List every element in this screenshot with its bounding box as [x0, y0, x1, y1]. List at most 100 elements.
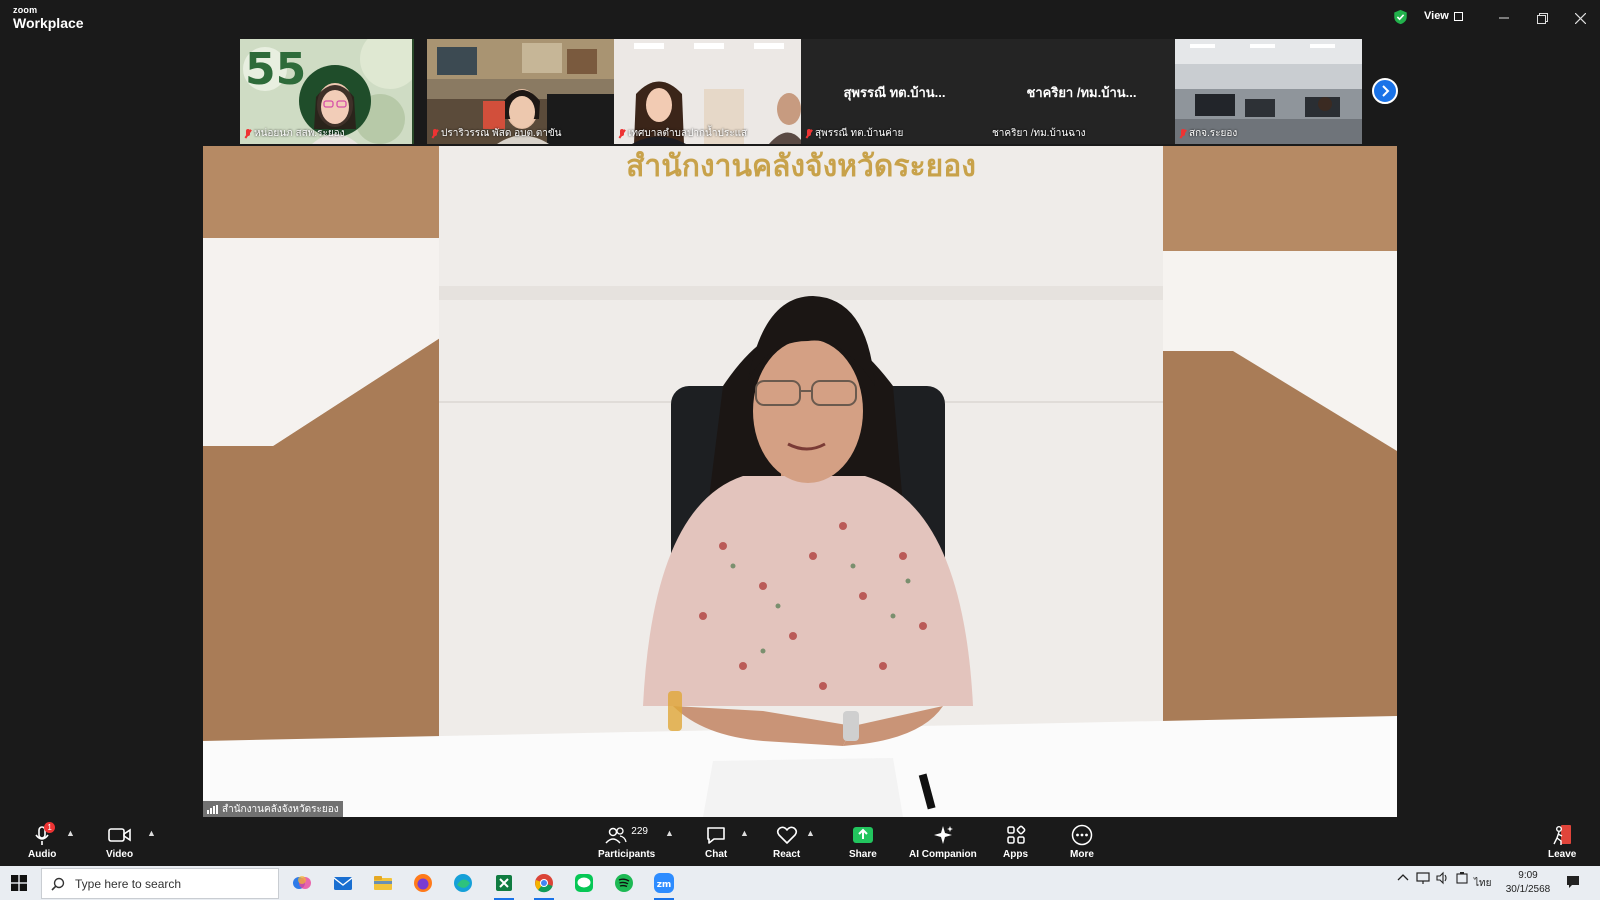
participant-thumbnail-strip: 55 หน่อยนภ สสพ.ระยอง ปราริวรรณ พัสด อบต.… [240, 39, 1362, 144]
speaker-video-frame: สำนักงานคลังจังหวัดระยอง [203, 146, 1397, 817]
clock-date: 30/1/2568 [1505, 884, 1551, 895]
participants-options-caret[interactable]: ▲ [665, 828, 674, 838]
chat-button[interactable]: Chat [705, 824, 727, 860]
participant-name-label: สกจ.ระยอง [1179, 126, 1237, 141]
ai-companion-button[interactable]: AI Companion [909, 824, 977, 860]
backdrop-sign-text: สำนักงานคลังจังหวัดระยอง [626, 149, 976, 184]
participant-tile[interactable]: สกจ.ระยอง [1175, 39, 1362, 144]
next-page-button[interactable] [1372, 78, 1398, 104]
signal-bars-icon [207, 804, 218, 814]
apps-grid-icon [1006, 824, 1026, 846]
react-label: React [773, 849, 801, 860]
video-options-caret[interactable]: ▲ [147, 828, 156, 838]
input-language-indicator[interactable]: ไทย [1474, 876, 1491, 891]
search-placeholder: Type here to search [75, 876, 182, 891]
ai-companion-label: AI Companion [909, 849, 977, 860]
participant-name-label: ชาคริยา /ทม.บ้านฉาง [992, 128, 1086, 139]
file-explorer-icon[interactable] [370, 871, 396, 895]
participant-tile[interactable]: เทศบาลตำบลปากน้ำประแส [614, 39, 801, 144]
taskbar-search-box[interactable]: Type here to search [41, 868, 279, 899]
participant-name-display: สุพรรณี ทต.บ้าน... [843, 85, 946, 100]
share-button[interactable]: Share [849, 824, 877, 860]
share-screen-icon [852, 824, 874, 846]
video-camera-icon [107, 824, 132, 846]
line-app-icon[interactable] [571, 871, 597, 895]
system-clock[interactable]: 9:09 30/1/2568 [1496, 869, 1560, 897]
muted-mic-icon [1179, 128, 1186, 139]
more-button[interactable]: More [1070, 824, 1094, 860]
participant-tile[interactable]: สุพรรณี ทต.บ้าน... สุพรรณี ทต.บ้านค่าย [801, 39, 988, 144]
video-button[interactable]: Video [106, 824, 133, 860]
muted-mic-icon [618, 128, 625, 139]
grid-icon [1453, 11, 1463, 21]
audio-options-caret[interactable]: ▲ [66, 828, 75, 838]
restore-icon [1536, 12, 1548, 24]
apps-label: Apps [1003, 849, 1028, 860]
audio-label: Audio [28, 849, 57, 860]
leave-label: Leave [1548, 849, 1577, 860]
active-speaker-label: สำนักงานคลังจังหวัดระยอง [203, 801, 343, 817]
participant-tile[interactable]: 55 หน่อยนภ สสพ.ระยอง [240, 39, 414, 144]
microphone-icon: 1 [33, 822, 56, 846]
clock-time: 9:09 [1518, 870, 1538, 881]
participant-tile[interactable]: ปราริวรรณ พัสด อบต.ตาขัน [427, 39, 614, 144]
heart-icon [776, 824, 798, 846]
close-icon [1574, 12, 1586, 24]
muted-mic-icon [244, 128, 251, 139]
chrome-icon[interactable] [531, 871, 557, 900]
participants-button[interactable]: 229 Participants [598, 824, 656, 861]
leave-door-icon [1551, 824, 1573, 846]
windows-start-icon[interactable] [11, 875, 27, 891]
copilot-app-icon[interactable] [289, 871, 315, 895]
react-options-caret[interactable]: ▲ [806, 828, 815, 838]
close-button[interactable] [1570, 8, 1590, 28]
video-label: Video [106, 849, 134, 860]
minimize-icon [1499, 17, 1509, 19]
leave-button[interactable]: Leave [1548, 824, 1576, 860]
tray-overflow-chevron-icon[interactable] [1397, 871, 1409, 886]
audio-button[interactable]: 1 Audio [28, 822, 57, 860]
encryption-shield-icon[interactable] [1393, 9, 1408, 25]
participant-name-label: หน่อยนภ สสพ.ระยอง [244, 126, 345, 141]
sparkle-icon [932, 824, 954, 846]
windows-taskbar: Type here to search zm ไทย 9:09 30/1/256… [0, 866, 1600, 900]
minimize-button[interactable] [1494, 8, 1514, 28]
more-dots-icon [1071, 824, 1093, 846]
svg-text:zm: zm [657, 880, 672, 890]
spotify-icon[interactable] [611, 871, 637, 895]
logo-bottom-text: Workplace [13, 15, 84, 31]
participant-count: 229 [631, 825, 648, 837]
volume-icon[interactable] [1435, 871, 1449, 888]
firefox-icon[interactable] [410, 871, 436, 895]
active-speaker-video: สำนักงานคลังจังหวัดระยอง [203, 146, 1397, 817]
title-bar: zoom Workplace View [0, 0, 1600, 36]
audio-alert-badge: 1 [44, 822, 56, 833]
chevron-right-icon [1382, 85, 1390, 97]
react-button[interactable]: React [773, 824, 800, 860]
muted-mic-icon [431, 128, 438, 139]
svg-text:55: 55 [245, 44, 306, 95]
battery-icon[interactable] [1455, 871, 1469, 888]
view-button[interactable]: View [1424, 10, 1463, 22]
excel-icon[interactable] [491, 871, 517, 900]
participant-name-label: ปราริวรรณ พัสด อบต.ตาขัน [431, 126, 562, 141]
view-label: View [1424, 10, 1449, 22]
meeting-toolbar: 1 Audio ▲ Video ▲ 229 Participants ▲ Cha… [0, 818, 1600, 866]
chat-options-caret[interactable]: ▲ [740, 828, 749, 838]
network-icon[interactable] [1416, 871, 1430, 888]
participants-label: Participants [598, 849, 656, 860]
logo-top-text: zoom [13, 5, 38, 15]
restore-button[interactable] [1532, 8, 1552, 28]
apps-button[interactable]: Apps [1003, 824, 1028, 860]
more-label: More [1070, 849, 1094, 860]
muted-mic-icon [805, 128, 812, 139]
notifications-icon[interactable] [1565, 874, 1581, 893]
participant-name-label: เทศบาลตำบลปากน้ำประแส [618, 126, 747, 141]
zoom-logo: zoom Workplace [13, 5, 84, 31]
share-label: Share [849, 849, 877, 860]
participant-tile[interactable]: ชาคริยา /ทม.บ้าน... ชาคริยา /ทม.บ้านฉาง [988, 39, 1175, 144]
chat-bubble-icon [705, 824, 727, 846]
zoom-app-icon[interactable]: zm [651, 871, 677, 900]
mail-app-icon[interactable] [330, 871, 356, 895]
edge-icon[interactable] [450, 871, 476, 895]
